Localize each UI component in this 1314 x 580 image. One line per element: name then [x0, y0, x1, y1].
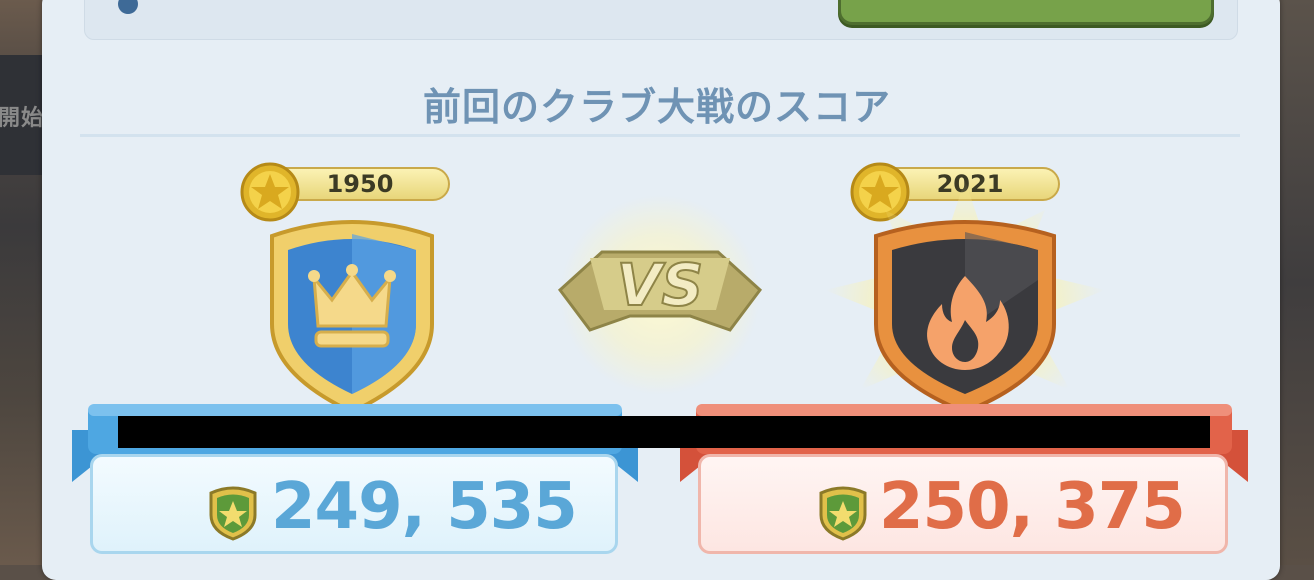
vs-emblem: VS	[557, 195, 763, 395]
redacted-club-names	[118, 416, 1210, 448]
star-shield-icon	[819, 486, 867, 541]
title-divider	[80, 134, 1240, 137]
star-shield-icon	[209, 486, 257, 541]
vs-text: VS	[617, 251, 704, 319]
panel-title: 前回のクラブ大戦のスコア	[422, 85, 891, 129]
right-club-score: 250, 375	[879, 470, 1186, 544]
left-club-score: 249, 535	[271, 470, 578, 544]
right-club-score-box: 250, 375	[698, 454, 1228, 554]
left-trophy-count: 1950	[240, 162, 452, 222]
cropped-text-fragment	[168, 0, 468, 6]
left-trophy-value: 1950	[326, 170, 394, 198]
left-club-score-box: 249, 535	[90, 454, 618, 554]
star-trophy-icon	[240, 162, 300, 222]
green-action-button[interactable]	[838, 0, 1214, 25]
crown-shield-badge	[270, 220, 434, 414]
fire-shield-badge	[825, 180, 1105, 428]
